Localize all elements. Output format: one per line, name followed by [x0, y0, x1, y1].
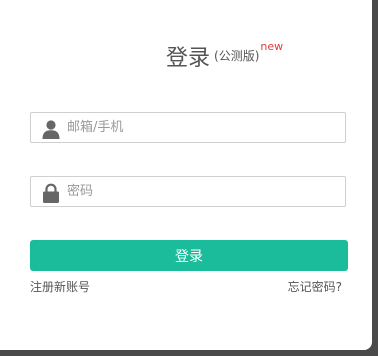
login-dialog: 登录(公测版)new 登录 注册新账号 忘记密码?: [0, 0, 372, 350]
lock-icon: [41, 183, 61, 203]
beta-label: (公测版): [214, 49, 260, 63]
account-field[interactable]: [30, 112, 346, 143]
user-icon: [41, 119, 61, 139]
login-header: 登录 (公测版)new: [166, 40, 283, 72]
account-input[interactable]: [67, 113, 337, 142]
register-link[interactable]: 注册新账号: [30, 278, 90, 295]
page-title: 登录: [166, 46, 211, 71]
login-button[interactable]: 登录: [30, 240, 348, 271]
password-input[interactable]: [67, 177, 337, 206]
password-field[interactable]: [30, 176, 346, 207]
new-badge: new: [260, 40, 284, 53]
forgot-password-link[interactable]: 忘记密码?: [288, 278, 342, 295]
